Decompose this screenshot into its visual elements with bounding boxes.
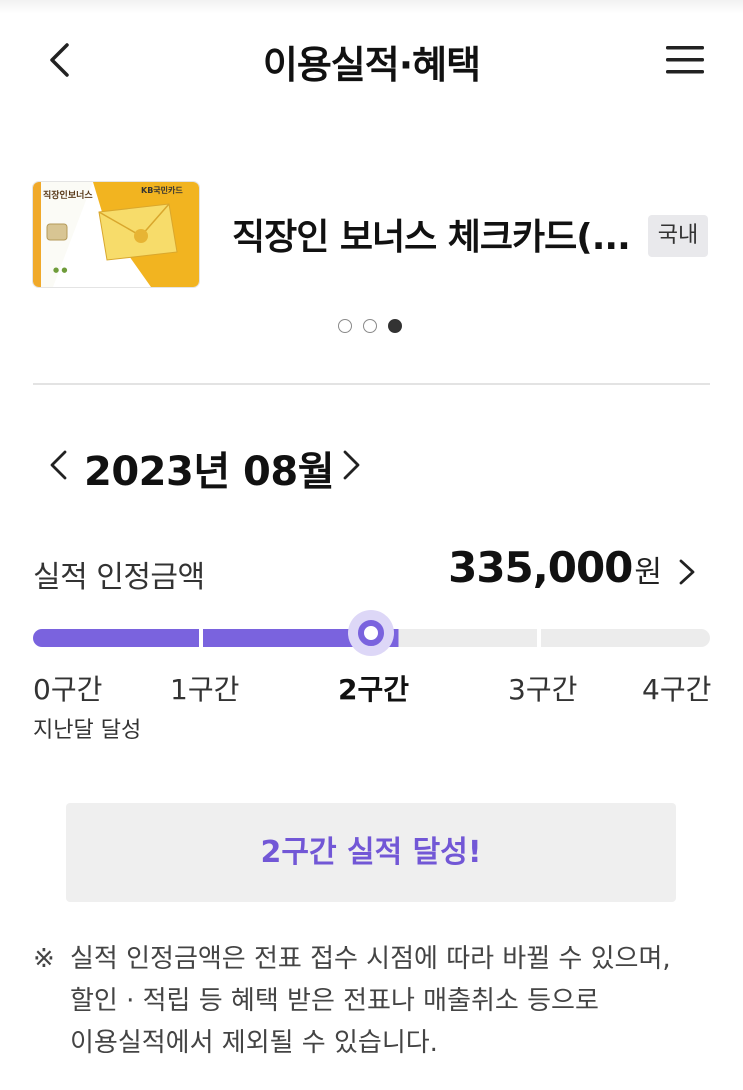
tier-label: 4구간	[642, 673, 712, 706]
progress-segment	[541, 629, 710, 647]
top-bar: 이용실적·혜택	[0, 20, 743, 100]
performance-label: 실적 인정금액	[33, 560, 205, 595]
next-month-button[interactable]	[337, 447, 365, 483]
achievement-banner: 2구간 실적 달성!	[66, 803, 676, 902]
currency-unit: 원	[634, 555, 662, 590]
hamburger-menu-icon	[666, 46, 704, 74]
notice-line: 실적 인정금액은 전표 접수 시점에 따라 바뀔 수 있으며,	[70, 944, 671, 974]
progress-segment	[203, 629, 368, 647]
notice-text: ※ 실적 인정금액은 전표 접수 시점에 따라 바뀔 수 있으며, 할인 · 적…	[33, 938, 723, 1064]
performance-amount-value: 335,000	[448, 543, 633, 592]
status-area	[0, 0, 743, 14]
tier-label: 3구간	[508, 673, 578, 706]
amount-detail-button[interactable]	[676, 555, 698, 589]
tier-label-current: 2구간	[338, 673, 410, 706]
chevron-left-icon	[50, 450, 67, 480]
svg-text:● ●: ● ●	[53, 266, 67, 274]
card-image-title: 직장인보너스	[43, 191, 93, 201]
month-selector: 2023년 08월	[0, 435, 743, 495]
carousel-dot[interactable]	[363, 319, 377, 333]
progress-thumb	[358, 620, 384, 646]
performance-amount-row[interactable]: 실적 인정금액 335,000원	[0, 540, 743, 600]
notice-line: 할인 · 적립 등 혜택 받은 전표나 매출취소 등으로	[70, 986, 599, 1016]
card-name: 직장인 보너스 체크카드(...	[232, 217, 631, 258]
region-badge: 국내	[648, 215, 708, 257]
carousel-dot[interactable]	[338, 319, 352, 333]
page-title: 이용실적·혜택	[262, 43, 481, 87]
menu-button[interactable]	[664, 42, 706, 78]
tier-label: 0구간	[33, 673, 103, 706]
last-month-note: 지난달 달성	[33, 718, 142, 743]
card-summary[interactable]: ● ● KB국민카드 직장인보너스 직장인 보너스 체크카드(... 국내	[0, 180, 743, 290]
month-label: 2023년 08월	[84, 449, 335, 495]
tier-label: 1구간	[170, 673, 240, 706]
prev-month-button[interactable]	[45, 447, 73, 483]
carousel-indicator	[338, 319, 408, 337]
chevron-right-icon	[343, 450, 360, 480]
tier-labels: 0구간 1구간 2구간 3구간 4구간	[0, 668, 743, 708]
progress-segment	[372, 629, 537, 647]
divider	[33, 383, 710, 385]
card-image: ● ● KB국민카드 직장인보너스	[33, 182, 199, 287]
performance-amount: 335,000원	[448, 543, 662, 592]
notice-line: 이용실적에서 제외될 수 있습니다.	[70, 1028, 438, 1058]
progress-segment	[33, 629, 199, 647]
card-image-brand: KB국민카드	[141, 186, 183, 195]
carousel-dot-active[interactable]	[388, 319, 402, 333]
chevron-right-icon	[679, 559, 695, 585]
